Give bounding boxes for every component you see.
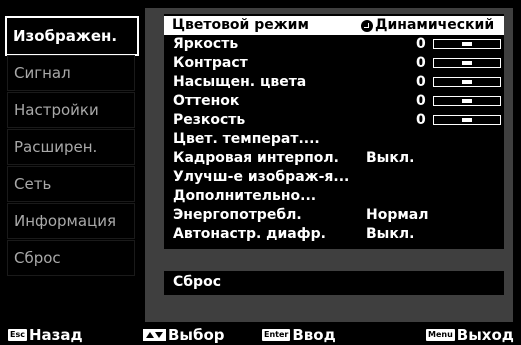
enter-key-icon: Enter [262,329,291,341]
menu-row-value: Выкл. [366,226,415,242]
footer-exit-label: Выход [456,326,514,344]
menu-row-label: Улучш-е изображ-я... [173,169,350,185]
menu-row-saturation[interactable]: Насыщен. цвета 0 [164,73,504,92]
slider-knob[interactable] [462,42,472,46]
slider-knob[interactable] [462,80,472,84]
sidebar-item-label: Сброс [14,249,61,267]
slider-knob[interactable] [462,61,472,65]
sidebar-item-settings[interactable]: Настройки [7,92,135,128]
menu-row-advanced[interactable]: Дополнительно... [164,187,504,206]
menu-row-tint[interactable]: Оттенок 0 [164,92,504,111]
sidebar-item-label: Сеть [14,175,52,193]
sidebar-item-label: Расширен. [14,138,98,156]
cycle-icon [361,19,373,32]
menu-row-label: Резкость [173,112,246,128]
footer-select: Выбор [143,326,225,344]
menu-row-label: Энергопотребл. [173,207,302,223]
menu-row-label: Дополнительно... [173,188,317,204]
menu-list: Цветовой режим Динамический Яркость 0 Ко… [164,14,504,249]
menu-row-label: Насыщен. цвета [173,74,307,90]
sidebar-item-label: Настройки [14,101,99,119]
sidebar-item-extended[interactable]: Расширен. [7,129,135,165]
menu-row-sharpness[interactable]: Резкость 0 [164,111,504,130]
slider-knob[interactable] [462,118,472,122]
menu-row-num: 0 [416,55,426,71]
menu-row-num: 0 [416,36,426,52]
contrast-slider[interactable] [433,58,501,68]
menu-row-label: Оттенок [173,93,240,109]
menu-row-color-mode[interactable]: Цветовой режим Динамический [164,16,504,35]
esc-key-icon: Esc [8,329,27,341]
menu-row-num: 0 [416,74,426,90]
sidebar-item-label: Информация [14,212,117,230]
footer-back: Esc Назад [8,326,83,344]
menu-row-label: Автонастр. диафр. [173,226,326,242]
footer-back-label: Назад [28,326,83,344]
sidebar-item-label: Изображен. [13,27,118,45]
menu-row-num: 0 [416,112,426,128]
menu-row-value: Нормал [366,207,429,223]
brightness-slider[interactable] [433,39,501,49]
sidebar: Изображен. Сигнал Настройки Расширен. Се… [0,0,152,325]
footer-exit: Menu Выход [426,326,514,344]
menu-row-label: Контраст [173,55,248,71]
menu-row-label: Цвет. температ.... [173,131,320,147]
footer-help-bar: Esc Назад Выбор Enter Ввод Menu Выход [0,325,521,345]
saturation-slider[interactable] [433,77,501,87]
menu-row-label: Цветовой режим [172,17,309,33]
menu-row-contrast[interactable]: Контраст 0 [164,54,504,73]
sidebar-item-network[interactable]: Сеть [7,166,135,202]
footer-enter-label: Ввод [292,326,336,344]
menu-row-label: Сброс [173,274,221,290]
menu-row-label: Яркость [173,36,239,52]
menu-row-image-enhancement[interactable]: Улучш-е изображ-я... [164,168,504,187]
menu-row-num: 0 [416,93,426,109]
color-mode-value: Динамический [375,17,495,33]
menu-row-auto-iris[interactable]: Автонастр. диафр. Выкл. [164,225,504,244]
sharpness-slider[interactable] [433,115,501,125]
slider-knob[interactable] [462,99,472,103]
menu-row-frame-interpolation[interactable]: Кадровая интерпол. Выкл. [164,149,504,168]
menu-row-power[interactable]: Энергопотребл. Нормал [164,206,504,225]
menu-panel: Цветовой режим Динамический Яркость 0 Ко… [145,8,513,322]
menu-row-value: Выкл. [366,150,415,166]
reset-section: Сброс [164,271,504,295]
menu-row-value: Динамический [361,16,494,35]
sidebar-item-image[interactable]: Изображен. [5,16,139,56]
menu-row-color-temp[interactable]: Цвет. температ.... [164,130,504,149]
menu-row-label: Кадровая интерпол. [173,150,339,166]
footer-select-label: Выбор [168,326,225,344]
sidebar-item-label: Сигнал [14,64,71,82]
sidebar-item-signal[interactable]: Сигнал [7,55,135,91]
footer-enter: Enter Ввод [262,326,336,344]
menu-key-icon: Menu [426,329,455,341]
menu-row-brightness[interactable]: Яркость 0 [164,35,504,54]
up-down-arrows-icon [143,329,166,341]
sidebar-item-info[interactable]: Информация [7,203,135,239]
sidebar-item-reset[interactable]: Сброс [7,240,135,276]
tint-slider[interactable] [433,96,501,106]
menu-row-reset[interactable]: Сброс [164,273,504,292]
